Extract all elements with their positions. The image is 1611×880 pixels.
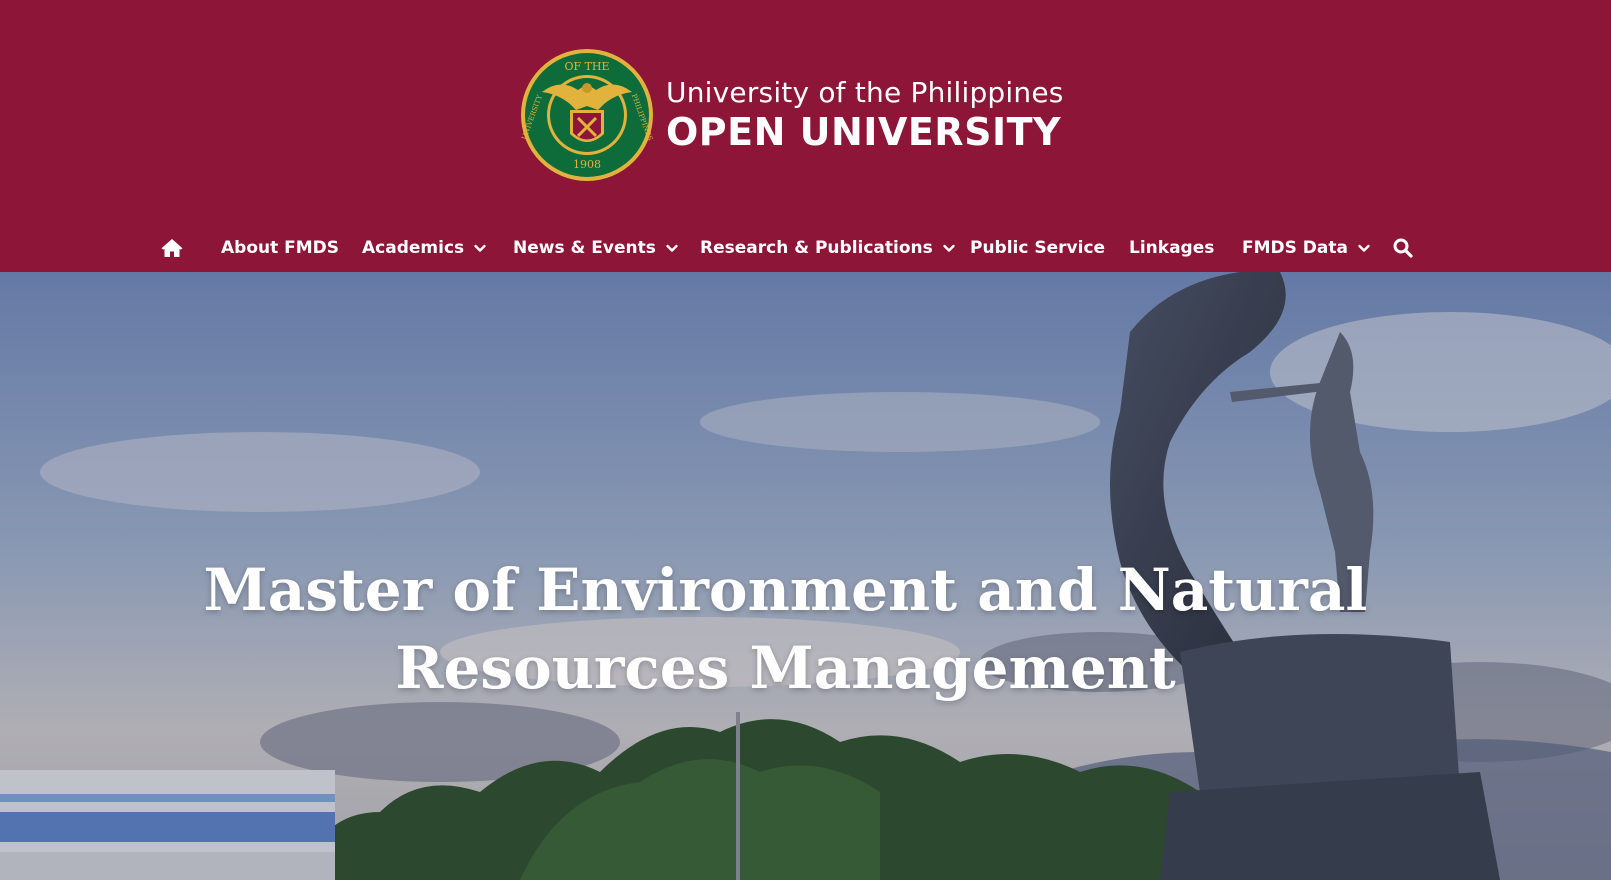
site-header: OF THE 1908 UNIVERSITY PHILIPPINES Unive… xyxy=(0,0,1611,272)
chevron-down-icon xyxy=(1358,244,1370,252)
nav-search[interactable] xyxy=(1391,228,1415,268)
nav-public-service[interactable]: Public Service xyxy=(970,228,1105,268)
logo-line-open-university: OPEN UNIVERSITY xyxy=(666,110,1062,154)
seal-text-top: OF THE xyxy=(564,60,609,73)
nav-label-about-fmds: About FMDS xyxy=(221,238,340,258)
main-navigation: About FMDS Academics News & Events Resea… xyxy=(0,228,1611,268)
nav-label-research-publications: Research & Publications xyxy=(700,238,933,258)
university-seal: OF THE 1908 UNIVERSITY PHILIPPINES xyxy=(520,49,654,181)
nav-news-events[interactable]: News & Events xyxy=(513,228,680,268)
hero-title: Master of Environment and Natural Resour… xyxy=(203,555,1368,702)
seal-year: 1908 xyxy=(573,158,601,171)
logo-text: University of the Philippines OPEN UNIVE… xyxy=(666,76,1064,154)
hero-banner: Master of Environment and Natural Resour… xyxy=(0,272,1611,880)
search-icon xyxy=(1393,238,1413,258)
nav-fmds-data[interactable]: FMDS Data xyxy=(1242,228,1372,268)
nav-home[interactable] xyxy=(160,228,184,268)
chevron-down-icon xyxy=(943,244,955,252)
home-icon xyxy=(161,239,183,257)
nav-label-linkages: Linkages xyxy=(1129,238,1215,258)
site-logo[interactable]: OF THE 1908 UNIVERSITY PHILIPPINES Unive… xyxy=(520,48,1063,182)
chevron-down-icon xyxy=(474,244,486,252)
nav-academics[interactable]: Academics xyxy=(362,228,488,268)
nav-label-academics: Academics xyxy=(362,238,465,258)
chevron-down-icon xyxy=(666,244,678,252)
logo-line-university: University of the Philippines xyxy=(666,76,1064,109)
nav-research-publications[interactable]: Research & Publications xyxy=(700,228,957,268)
nav-linkages[interactable]: Linkages xyxy=(1129,228,1214,268)
nav-label-news-events: News & Events xyxy=(513,238,656,258)
nav-label-public-service: Public Service xyxy=(970,238,1106,258)
nav-label-fmds-data: FMDS Data xyxy=(1242,238,1348,258)
nav-about-fmds[interactable]: About FMDS xyxy=(221,228,339,268)
